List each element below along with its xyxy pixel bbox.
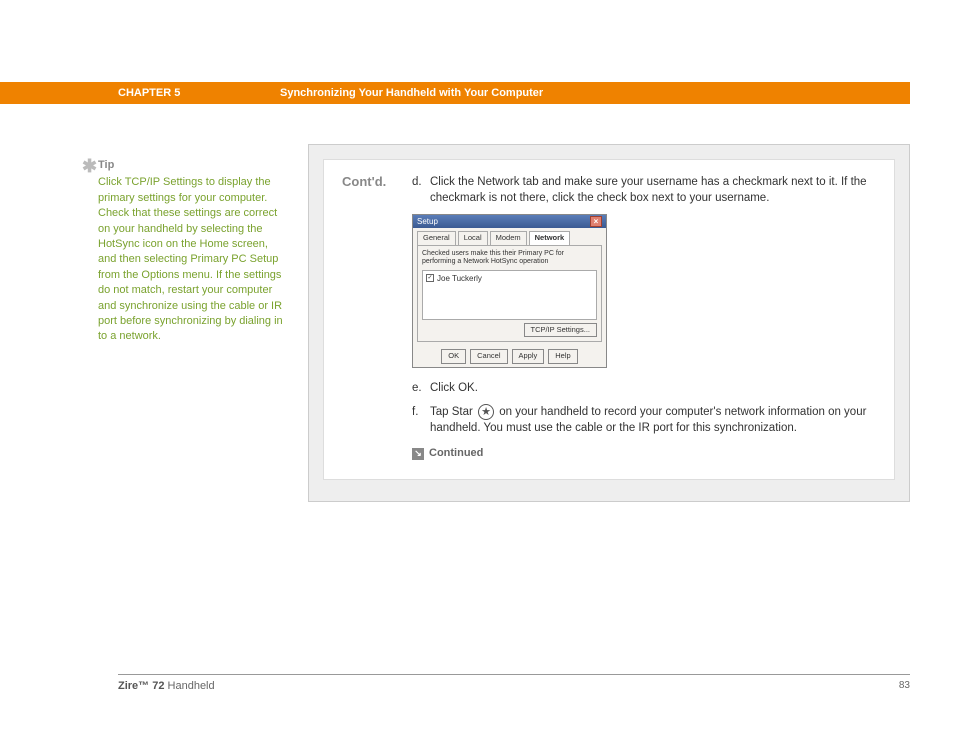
step-f-text: Tap Star ★ on your handheld to record yo… — [430, 404, 876, 436]
step-e: e. Click OK. — [412, 380, 876, 396]
tip-sidebar: ✱ Tip Click TCP/IP Settings to display t… — [98, 158, 288, 345]
dialog-hint-text: Checked users make this their Primary PC… — [422, 250, 597, 267]
step-e-text: Click OK. — [430, 380, 876, 396]
dialog-body: Checked users make this their Primary PC… — [417, 245, 602, 342]
close-icon: × — [590, 216, 602, 227]
checkbox-icon: ✓ — [426, 274, 434, 282]
footer-brand-bold: Zire™ 72 — [118, 680, 164, 692]
step-f-letter: f. — [412, 404, 430, 436]
chapter-number: CHAPTER 5 — [118, 87, 180, 99]
dialog-title: Setup — [417, 216, 438, 227]
footer-brand: Zire™ 72 Handheld — [118, 680, 215, 692]
tab-local: Local — [458, 231, 488, 245]
continued-label: Continued — [429, 446, 483, 461]
tab-network: Network — [529, 231, 571, 245]
cancel-button: Cancel — [470, 349, 507, 364]
chapter-title: Synchronizing Your Handheld with Your Co… — [280, 87, 543, 99]
setup-dialog-screenshot: Setup × General Local Modem Network Chec… — [412, 214, 607, 367]
ok-button: OK — [441, 349, 466, 364]
step-f-before: Tap Star — [430, 406, 476, 418]
arrow-down-right-icon: ↘ — [412, 448, 424, 460]
dialog-titlebar: Setup × — [413, 215, 606, 228]
main-content-box: Cont'd. d. Click the Network tab and mak… — [308, 144, 910, 502]
tcpip-settings-button: TCP/IP Settings... — [524, 323, 597, 338]
contd-label: Cont'd. — [342, 174, 412, 461]
page-number: 83 — [899, 680, 910, 691]
dialog-tcpip-row: TCP/IP Settings... — [422, 323, 597, 338]
footer-divider — [118, 674, 910, 675]
star-icon: ★ — [478, 404, 494, 420]
dialog-user-list: ✓ Joe Tuckerly — [422, 270, 597, 320]
step-d-letter: d. — [412, 174, 430, 206]
continued-row: ↘ Continued — [412, 446, 876, 461]
step-d-text: Click the Network tab and make sure your… — [430, 174, 876, 206]
steps-container: d. Click the Network tab and make sure y… — [412, 174, 876, 461]
step-f-after: on your handheld to record your computer… — [430, 406, 866, 434]
dialog-tabs: General Local Modem Network — [413, 228, 606, 245]
tab-general: General — [417, 231, 456, 245]
list-item: ✓ Joe Tuckerly — [426, 273, 593, 284]
tip-body-text: Click TCP/IP Settings to display the pri… — [98, 175, 288, 344]
step-d: d. Click the Network tab and make sure y… — [412, 174, 876, 206]
footer-brand-rest: Handheld — [164, 680, 214, 692]
dialog-button-row: OK Cancel Apply Help — [413, 346, 606, 367]
chapter-header-bar: CHAPTER 5 Synchronizing Your Handheld wi… — [0, 82, 910, 104]
step-e-letter: e. — [412, 380, 430, 396]
tab-modem: Modem — [490, 231, 527, 245]
asterisk-icon: ✱ — [82, 154, 97, 179]
user-name: Joe Tuckerly — [437, 273, 482, 284]
apply-button: Apply — [512, 349, 545, 364]
help-button: Help — [548, 349, 577, 364]
step-f: f. Tap Star ★ on your handheld to record… — [412, 404, 876, 436]
tip-label: Tip — [98, 158, 288, 173]
inner-content-box: Cont'd. d. Click the Network tab and mak… — [323, 159, 895, 480]
